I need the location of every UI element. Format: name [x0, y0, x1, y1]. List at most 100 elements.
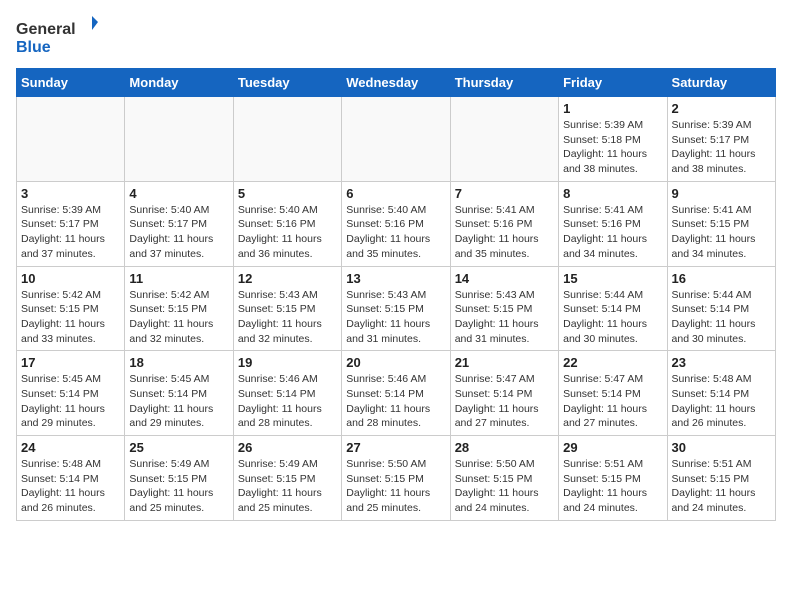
day-info: Sunrise: 5:45 AM Sunset: 5:14 PM Dayligh…: [21, 372, 120, 431]
calendar-week-row: 17 Sunrise: 5:45 AM Sunset: 5:14 PM Dayli…: [17, 351, 776, 436]
calendar-week-row: 24 Sunrise: 5:48 AM Sunset: 5:14 PM Dayli…: [17, 436, 776, 521]
day-number: 16: [672, 271, 771, 286]
calendar-week-row: 3 Sunrise: 5:39 AM Sunset: 5:17 PM Daylig…: [17, 181, 776, 266]
day-number: 1: [563, 101, 662, 116]
day-info: Sunrise: 5:44 AM Sunset: 5:14 PM Dayligh…: [672, 288, 771, 347]
day-number: 14: [455, 271, 554, 286]
calendar-cell: 18 Sunrise: 5:45 AM Sunset: 5:14 PM Dayli…: [125, 351, 233, 436]
day-number: 18: [129, 355, 228, 370]
svg-text:Blue: Blue: [16, 39, 51, 56]
calendar-cell: 10 Sunrise: 5:42 AM Sunset: 5:15 PM Dayli…: [17, 266, 125, 351]
calendar-cell: 8 Sunrise: 5:41 AM Sunset: 5:16 PM Daylig…: [559, 181, 667, 266]
calendar-week-row: 1Sunrise: 5:39 AM Sunset: 5:18 PM Daylig…: [17, 97, 776, 182]
day-number: 26: [238, 440, 337, 455]
calendar-cell: 22 Sunrise: 5:47 AM Sunset: 5:14 PM Dayli…: [559, 351, 667, 436]
day-info: Sunrise: 5:50 AM Sunset: 5:15 PM Dayligh…: [455, 457, 554, 516]
calendar-cell: [450, 97, 558, 182]
calendar-cell: 1Sunrise: 5:39 AM Sunset: 5:18 PM Daylig…: [559, 97, 667, 182]
calendar-cell: 3 Sunrise: 5:39 AM Sunset: 5:17 PM Daylig…: [17, 181, 125, 266]
calendar-header-row: SundayMondayTuesdayWednesdayThursdayFrid…: [17, 69, 776, 97]
day-number: 23: [672, 355, 771, 370]
day-number: 8: [563, 186, 662, 201]
day-info: Sunrise: 5:40 AM Sunset: 5:17 PM Dayligh…: [129, 203, 228, 262]
calendar-cell: 15Sunrise: 5:44 AM Sunset: 5:14 PM Dayli…: [559, 266, 667, 351]
calendar-cell: [17, 97, 125, 182]
day-info: Sunrise: 5:40 AM Sunset: 5:16 PM Dayligh…: [346, 203, 445, 262]
column-header-thursday: Thursday: [450, 69, 558, 97]
day-number: 28: [455, 440, 554, 455]
day-info: Sunrise: 5:49 AM Sunset: 5:15 PM Dayligh…: [129, 457, 228, 516]
day-info: Sunrise: 5:39 AM Sunset: 5:17 PM Dayligh…: [672, 118, 771, 177]
day-info: Sunrise: 5:47 AM Sunset: 5:14 PM Dayligh…: [563, 372, 662, 431]
day-info: Sunrise: 5:48 AM Sunset: 5:14 PM Dayligh…: [21, 457, 120, 516]
day-info: Sunrise: 5:46 AM Sunset: 5:14 PM Dayligh…: [346, 372, 445, 431]
calendar-cell: 27 Sunrise: 5:50 AM Sunset: 5:15 PM Dayli…: [342, 436, 450, 521]
day-info: Sunrise: 5:48 AM Sunset: 5:14 PM Dayligh…: [672, 372, 771, 431]
page-header: GeneralBlue: [16, 16, 776, 56]
day-number: 27: [346, 440, 445, 455]
day-number: 29: [563, 440, 662, 455]
calendar-cell: 26 Sunrise: 5:49 AM Sunset: 5:15 PM Dayli…: [233, 436, 341, 521]
calendar-week-row: 10 Sunrise: 5:42 AM Sunset: 5:15 PM Dayli…: [17, 266, 776, 351]
calendar-cell: 11 Sunrise: 5:42 AM Sunset: 5:15 PM Dayli…: [125, 266, 233, 351]
day-info: Sunrise: 5:43 AM Sunset: 5:15 PM Dayligh…: [346, 288, 445, 347]
calendar-cell: 23 Sunrise: 5:48 AM Sunset: 5:14 PM Dayli…: [667, 351, 775, 436]
calendar-cell: 14 Sunrise: 5:43 AM Sunset: 5:15 PM Dayli…: [450, 266, 558, 351]
calendar-cell: 29 Sunrise: 5:51 AM Sunset: 5:15 PM Dayli…: [559, 436, 667, 521]
day-info: Sunrise: 5:50 AM Sunset: 5:15 PM Dayligh…: [346, 457, 445, 516]
calendar-table: SundayMondayTuesdayWednesdayThursdayFrid…: [16, 68, 776, 521]
day-info: Sunrise: 5:46 AM Sunset: 5:14 PM Dayligh…: [238, 372, 337, 431]
calendar-cell: [342, 97, 450, 182]
day-number: 13: [346, 271, 445, 286]
calendar-cell: 30 Sunrise: 5:51 AM Sunset: 5:15 PM Dayli…: [667, 436, 775, 521]
day-info: Sunrise: 5:41 AM Sunset: 5:16 PM Dayligh…: [455, 203, 554, 262]
day-number: 2: [672, 101, 771, 116]
calendar-cell: 12 Sunrise: 5:43 AM Sunset: 5:15 PM Dayli…: [233, 266, 341, 351]
day-number: 11: [129, 271, 228, 286]
calendar-cell: [125, 97, 233, 182]
calendar-cell: 21 Sunrise: 5:47 AM Sunset: 5:14 PM Dayli…: [450, 351, 558, 436]
column-header-wednesday: Wednesday: [342, 69, 450, 97]
day-number: 25: [129, 440, 228, 455]
logo-svg: GeneralBlue: [16, 16, 106, 56]
day-number: 20: [346, 355, 445, 370]
day-info: Sunrise: 5:47 AM Sunset: 5:14 PM Dayligh…: [455, 372, 554, 431]
day-info: Sunrise: 5:43 AM Sunset: 5:15 PM Dayligh…: [455, 288, 554, 347]
calendar-cell: 24 Sunrise: 5:48 AM Sunset: 5:14 PM Dayli…: [17, 436, 125, 521]
column-header-sunday: Sunday: [17, 69, 125, 97]
day-info: Sunrise: 5:39 AM Sunset: 5:17 PM Dayligh…: [21, 203, 120, 262]
calendar-cell: 9Sunrise: 5:41 AM Sunset: 5:15 PM Daylig…: [667, 181, 775, 266]
day-info: Sunrise: 5:45 AM Sunset: 5:14 PM Dayligh…: [129, 372, 228, 431]
calendar-cell: 13 Sunrise: 5:43 AM Sunset: 5:15 PM Dayli…: [342, 266, 450, 351]
svg-text:General: General: [16, 21, 76, 38]
calendar-cell: 17 Sunrise: 5:45 AM Sunset: 5:14 PM Dayli…: [17, 351, 125, 436]
calendar-cell: 28 Sunrise: 5:50 AM Sunset: 5:15 PM Dayli…: [450, 436, 558, 521]
day-info: Sunrise: 5:44 AM Sunset: 5:14 PM Dayligh…: [563, 288, 662, 347]
calendar-cell: 25 Sunrise: 5:49 AM Sunset: 5:15 PM Dayli…: [125, 436, 233, 521]
column-header-saturday: Saturday: [667, 69, 775, 97]
day-info: Sunrise: 5:51 AM Sunset: 5:15 PM Dayligh…: [672, 457, 771, 516]
day-info: Sunrise: 5:49 AM Sunset: 5:15 PM Dayligh…: [238, 457, 337, 516]
calendar-cell: 16 Sunrise: 5:44 AM Sunset: 5:14 PM Dayli…: [667, 266, 775, 351]
calendar-cell: 4 Sunrise: 5:40 AM Sunset: 5:17 PM Daylig…: [125, 181, 233, 266]
day-info: Sunrise: 5:40 AM Sunset: 5:16 PM Dayligh…: [238, 203, 337, 262]
day-number: 17: [21, 355, 120, 370]
column-header-monday: Monday: [125, 69, 233, 97]
day-number: 5: [238, 186, 337, 201]
day-info: Sunrise: 5:51 AM Sunset: 5:15 PM Dayligh…: [563, 457, 662, 516]
day-number: 30: [672, 440, 771, 455]
day-info: Sunrise: 5:42 AM Sunset: 5:15 PM Dayligh…: [129, 288, 228, 347]
day-info: Sunrise: 5:41 AM Sunset: 5:15 PM Dayligh…: [672, 203, 771, 262]
day-info: Sunrise: 5:41 AM Sunset: 5:16 PM Dayligh…: [563, 203, 662, 262]
day-number: 4: [129, 186, 228, 201]
day-info: Sunrise: 5:43 AM Sunset: 5:15 PM Dayligh…: [238, 288, 337, 347]
day-number: 3: [21, 186, 120, 201]
column-header-tuesday: Tuesday: [233, 69, 341, 97]
day-number: 21: [455, 355, 554, 370]
day-number: 10: [21, 271, 120, 286]
day-info: Sunrise: 5:42 AM Sunset: 5:15 PM Dayligh…: [21, 288, 120, 347]
day-number: 24: [21, 440, 120, 455]
calendar-cell: 2 Sunrise: 5:39 AM Sunset: 5:17 PM Daylig…: [667, 97, 775, 182]
day-number: 12: [238, 271, 337, 286]
day-number: 22: [563, 355, 662, 370]
